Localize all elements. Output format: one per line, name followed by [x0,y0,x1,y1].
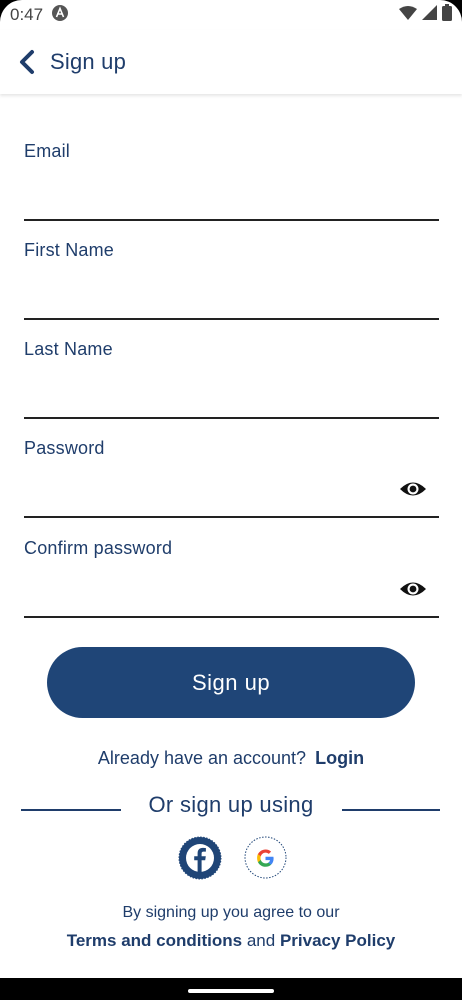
phone-screen: 0:47 Sign up Email First Name Last Name … [0,0,462,1000]
battery-icon [442,4,452,26]
password-input[interactable] [24,484,384,512]
password-label: Password [24,438,105,458]
facebook-login-button[interactable] [178,836,222,880]
first-name-input[interactable] [24,286,384,314]
confirm-password-label: Confirm password [24,538,173,558]
email-input[interactable] [24,187,384,215]
google-login-button[interactable] [244,836,287,879]
social-divider: Or sign up using [0,790,462,824]
last-name-input[interactable] [24,385,384,413]
wifi-icon [399,5,417,25]
terms-and-text: and [246,931,276,950]
home-gesture-handle[interactable] [188,989,274,993]
status-bar: 0:47 [0,0,462,30]
facebook-icon [178,836,222,880]
terms-and-conditions-link[interactable]: Terms and conditions [67,931,242,950]
confirm-password-field[interactable]: Confirm password [24,538,439,618]
confirm-password-visibility-eye-icon[interactable] [399,578,427,600]
confirm-password-input[interactable] [24,584,384,612]
signal-icon [422,5,437,25]
system-navigation-bar [0,978,462,1000]
status-icons [399,4,452,26]
android-icon [51,4,69,27]
back-arrow-icon[interactable] [18,47,40,77]
last-name-label: Last Name [24,339,113,359]
divider-text: Or sign up using [148,792,314,817]
terms-links-row: Terms and conditions and Privacy Policy [0,931,462,951]
sign-up-button[interactable]: Sign up [47,647,415,718]
password-visibility-eye-icon[interactable] [399,478,427,500]
page-title: Sign up [50,49,127,74]
terms-intro-text: By signing up you agree to our [122,904,340,921]
privacy-policy-link[interactable]: Privacy Policy [280,931,395,950]
login-prompt-text: Already have an account? [97,748,307,768]
email-field[interactable]: Email [24,141,439,221]
app-header: Sign up [0,30,462,94]
password-field[interactable]: Password [24,438,439,518]
last-name-field[interactable]: Last Name [24,339,439,419]
first-name-label: First Name [24,240,115,260]
first-name-field[interactable]: First Name [24,240,439,320]
login-link[interactable]: Login [315,748,364,768]
google-icon [244,836,287,879]
login-prompt-row: Already have an account? Login [0,748,462,769]
status-time: 0:47 [10,5,44,24]
email-label: Email [24,141,71,161]
status-left: 0:47 [10,4,69,27]
